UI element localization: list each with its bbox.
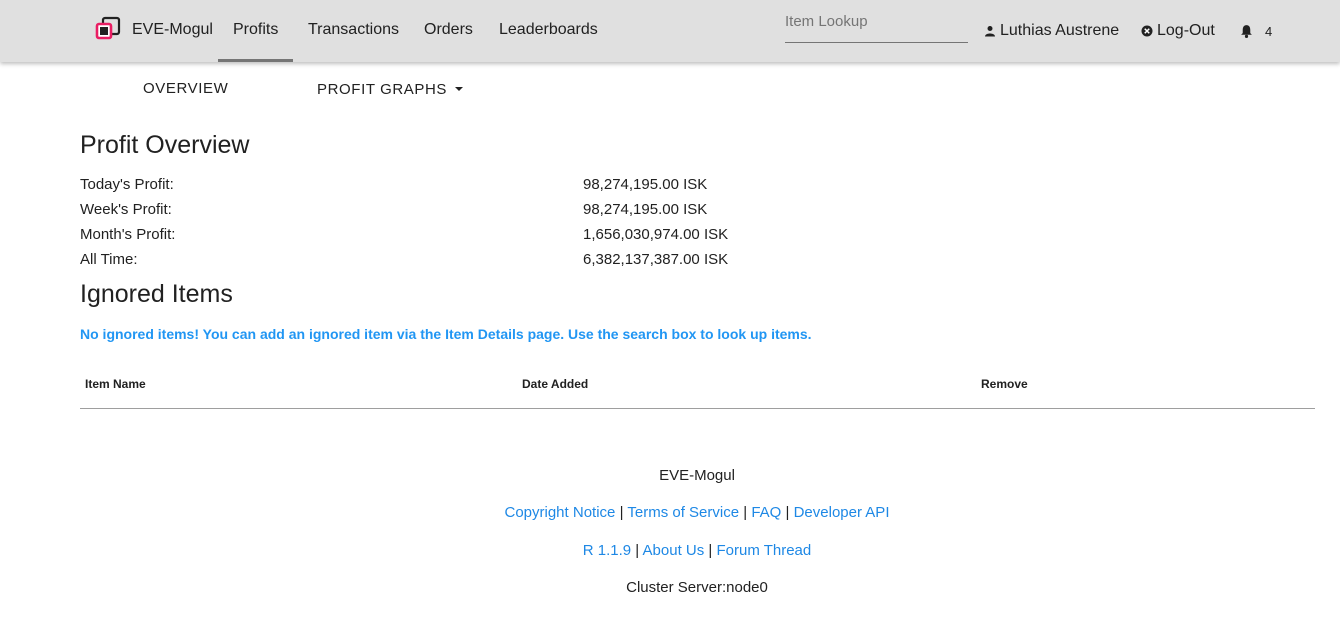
top-navbar: EVE-Mogul Profits Transactions Orders Le… (0, 0, 1340, 62)
tab-profit-graphs[interactable]: PROFIT GRAPHS (317, 81, 464, 98)
caret-down-icon (455, 86, 464, 91)
profit-overview-title: Profit Overview (80, 131, 250, 159)
developer-api-link[interactable]: Developer API (794, 504, 890, 521)
item-lookup-field (785, 8, 968, 43)
months-profit-label: Month's Profit: (80, 226, 176, 243)
footer-separator: | (619, 504, 624, 521)
copyright-notice-link[interactable]: Copyright Notice (505, 504, 616, 521)
todays-profit-value: 98,274,195.00 ISK (583, 176, 708, 193)
notification-count: 4 (1265, 23, 1273, 39)
todays-profit-label: Today's Profit: (80, 176, 174, 193)
table-divider (80, 408, 1315, 409)
faq-link[interactable]: FAQ (751, 504, 781, 521)
ignored-items-notice: No ignored items! You can add an ignored… (80, 326, 812, 342)
nav-transactions[interactable]: Transactions (308, 0, 399, 62)
footer-links-row-2: R 1.1.9 | About Us | Forum Thread (0, 542, 1340, 559)
tab-overview[interactable]: OVERVIEW (143, 80, 228, 97)
column-date-added[interactable]: Date Added (522, 377, 588, 391)
forum-thread-link[interactable]: Forum Thread (716, 542, 811, 559)
column-item-name[interactable]: Item Name (85, 377, 146, 391)
weeks-profit-value: 98,274,195.00 ISK (583, 201, 708, 218)
footer-links-row-1: Copyright Notice | Terms of Service | FA… (0, 504, 1340, 521)
nav-leaderboards[interactable]: Leaderboards (499, 0, 598, 62)
footer-separator: | (635, 542, 640, 559)
brand[interactable]: EVE-Mogul (94, 10, 213, 50)
logout-button[interactable]: Log-Out (1141, 0, 1215, 62)
weeks-profit-label: Week's Profit: (80, 201, 172, 218)
footer-site-name: EVE-Mogul (659, 467, 735, 484)
eve-mogul-logo-icon (94, 16, 122, 44)
nav-orders[interactable]: Orders (424, 0, 473, 62)
footer-separator: | (708, 542, 713, 559)
all-time-value: 6,382,137,387.00 ISK (583, 251, 729, 268)
close-circle-icon (1141, 25, 1153, 37)
version-link[interactable]: R 1.1.9 (583, 542, 631, 559)
footer-cluster-server: Cluster Server:node0 (626, 579, 768, 596)
bell-icon (1241, 25, 1252, 38)
item-lookup-input[interactable] (785, 8, 968, 34)
months-profit-value: 1,656,030,974.00 ISK (583, 226, 729, 243)
about-us-link[interactable]: About Us (643, 542, 705, 559)
column-remove[interactable]: Remove (981, 377, 1028, 391)
terms-of-service-link[interactable]: Terms of Service (627, 504, 739, 521)
tab-profit-graphs-label: PROFIT GRAPHS (317, 81, 448, 98)
notifications-button[interactable]: 4 (1240, 0, 1272, 62)
ignored-items-title: Ignored Items (80, 280, 233, 308)
user-name: Luthias Austrene (1000, 22, 1120, 39)
footer-separator: | (785, 504, 790, 521)
all-time-label: All Time: (80, 251, 138, 268)
footer-separator: | (743, 504, 748, 521)
brand-name: EVE-Mogul (132, 21, 213, 38)
user-menu[interactable]: Luthias Austrene (984, 0, 1119, 62)
person-icon (985, 26, 995, 37)
logout-label: Log-Out (1157, 22, 1215, 39)
nav-profits[interactable]: Profits (217, 0, 294, 62)
